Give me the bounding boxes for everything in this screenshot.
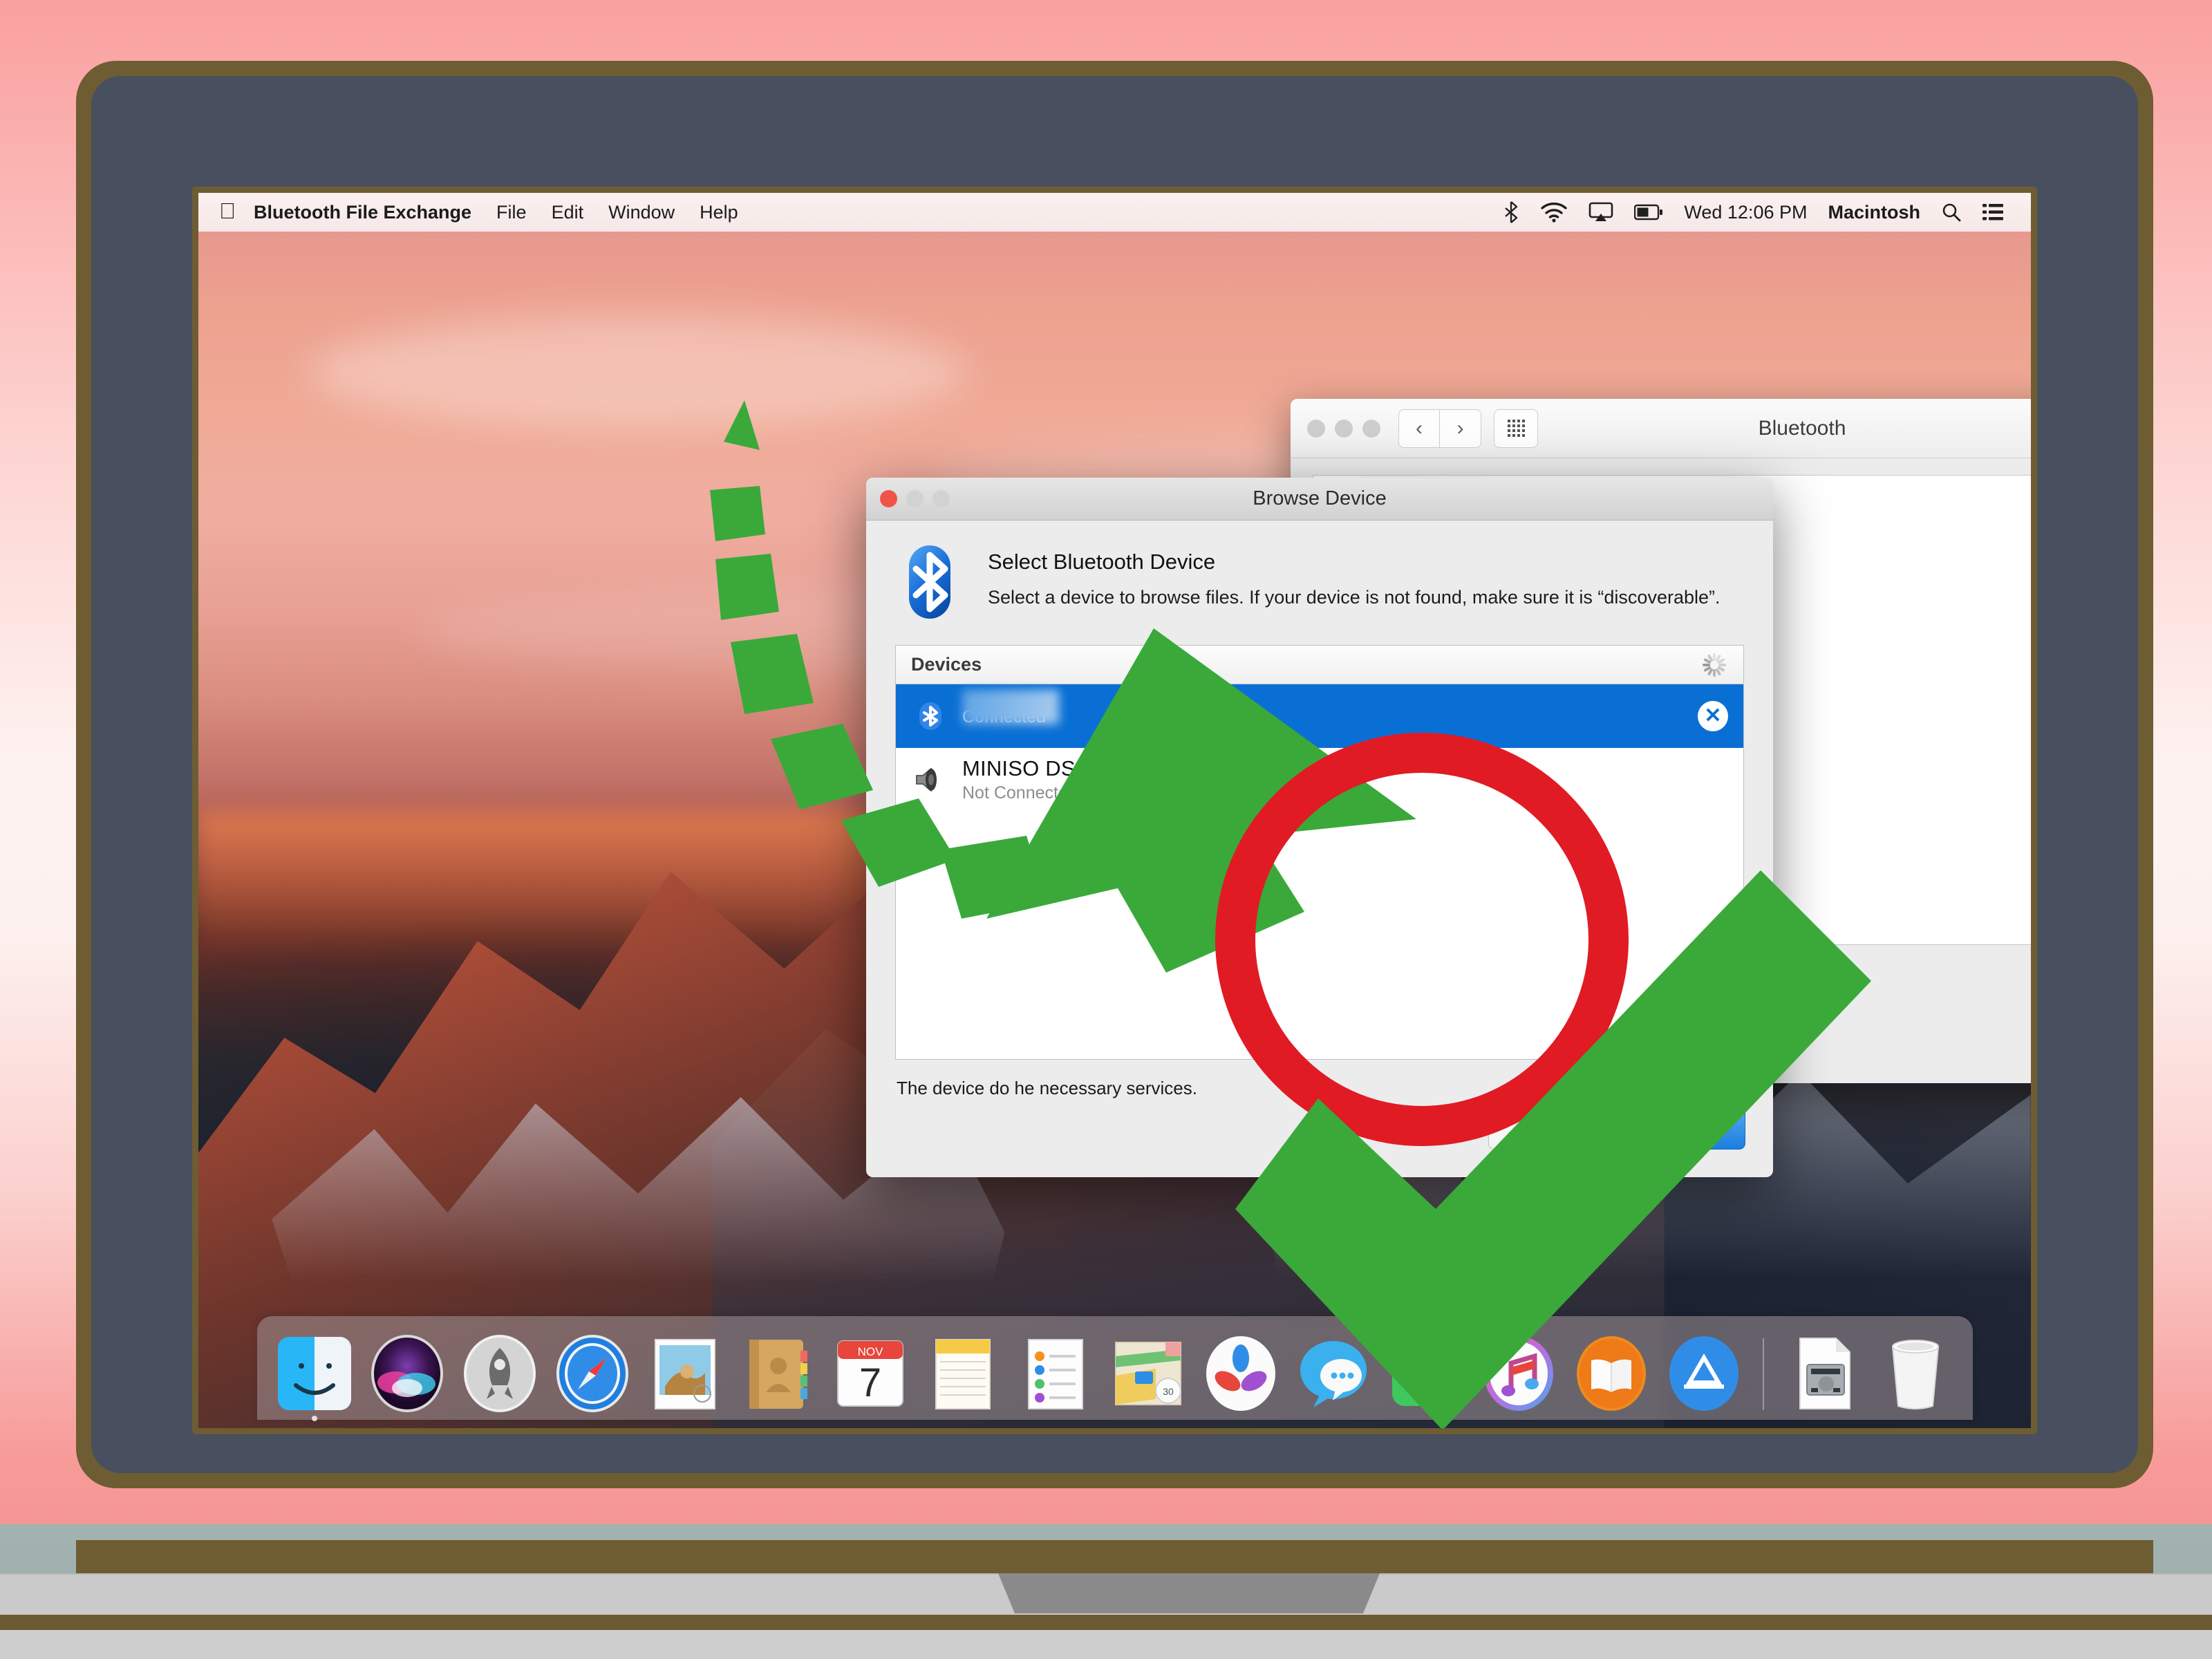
dock-item-notes[interactable] [922,1333,1004,1414]
dock-item-itunes[interactable] [1478,1333,1559,1414]
dock-item-finder[interactable] [274,1333,355,1421]
dock-item-maps[interactable]: 30 [1107,1333,1189,1414]
device-list-panel[interactable]: Devices ✕ MINISO DS-1338 Not Connected [895,645,1744,1060]
laptop-base-mid [0,1615,2212,1630]
list-item[interactable]: MINISO DS-1338 Not Connected [896,748,1743,812]
dialog-button-row: Browse [1488,1107,1745,1150]
bluetooth-prefs-titlebar[interactable]: ‹ › Bluetooth [1291,399,2031,458]
dock-divider [1762,1338,1764,1410]
dialog-subheading: Select a device to browse files. If your… [988,587,1721,608]
dock[interactable]: NOV 7 30 [256,1316,1973,1421]
dock-item-launchpad[interactable] [459,1333,541,1414]
dialog-title: Browse Device [1253,487,1387,509]
menu-item-edit[interactable]: Edit [552,202,584,223]
window-traffic-lights[interactable] [1307,419,1380,438]
forward-button[interactable]: › [1440,409,1481,448]
laptop-mockup:  Bluetooth File Exchange File Edit Wind… [0,61,2212,1659]
bluetooth-icon [895,545,964,619]
devices-column-header: Devices [911,654,982,675]
cancel-button[interactable] [1488,1107,1592,1150]
dock-item-mail[interactable] [644,1333,726,1414]
wifi-icon[interactable] [1540,202,1568,223]
dialog-heading: Select Bluetooth Device [988,550,1216,574]
list-item-text: Connected [962,690,1059,727]
bluetooth-icon[interactable] [1503,200,1519,224]
grid-icon [1507,420,1525,437]
calendar-month: NOV [857,1345,883,1358]
notification-center-icon[interactable] [1983,203,2003,221]
dock-item-calendar[interactable]: NOV 7 [830,1333,911,1414]
browse-device-dialog[interactable]: Browse Device Select Bluetooth Device Se… [866,478,1773,1177]
speaker-icon [911,765,950,795]
device-status: Not Connected [962,783,1078,803]
battery-icon[interactable] [1634,204,1663,221]
laptop-base-top [76,1540,2153,1573]
dock-item-photos[interactable] [1200,1333,1282,1414]
dock-item-trash[interactable] [1875,1333,1956,1414]
menu-item-file[interactable]: File [496,202,527,223]
apple-menu-icon[interactable]:  [219,200,236,222]
device-list-header: Devices [896,646,1743,684]
menu-bar-status-area: Wed 12:06 PM Macintosh [1503,200,2016,224]
running-indicator [311,1416,317,1421]
progress-spinner-icon [1700,651,1728,679]
close-button[interactable] [1307,419,1325,438]
laptop-base-notch [998,1573,1380,1613]
svg-text:30: 30 [1163,1386,1174,1397]
back-button[interactable]: ‹ [1398,409,1440,448]
dock-item-reminders[interactable] [1015,1333,1096,1414]
dock-item-siri[interactable] [366,1333,448,1414]
redacted-device-name [962,690,1059,724]
dialog-header-text: Select Bluetooth Device Select a device … [988,545,1721,619]
menu-clock[interactable]: Wed 12:06 PM [1684,202,1807,223]
dock-item-downloads[interactable] [1782,1333,1864,1414]
list-item[interactable]: Connected ✕ [896,684,1743,748]
dialog-note: The device do he necessary services. [897,1078,1197,1098]
menu-item-help[interactable]: Help [700,202,738,223]
dock-item-safari[interactable] [552,1333,633,1414]
dock-item-ibooks[interactable] [1571,1333,1652,1414]
spotlight-search-icon[interactable] [1941,202,1962,223]
dialog-titlebar[interactable]: Browse Device [866,478,1773,521]
calendar-day: 7 [859,1360,881,1405]
dock-item-app-store[interactable] [1663,1333,1745,1414]
prefs-nav-buttons[interactable]: ‹ › [1398,409,1481,448]
minimize-button[interactable] [1335,419,1353,438]
menu-item-window[interactable]: Window [608,202,675,223]
dialog-header: Select Bluetooth Device Select a device … [866,521,1773,619]
dock-item-facetime[interactable] [1385,1333,1467,1414]
laptop-screen:  Bluetooth File Exchange File Edit Wind… [198,193,2031,1428]
device-name: MINISO DS-1338 [962,756,1131,780]
menu-app-name[interactable]: Bluetooth File Exchange [254,202,471,223]
browse-button[interactable]: Browse [1610,1107,1745,1150]
dock-item-contacts[interactable] [737,1333,818,1414]
dock-item-messages[interactable] [1293,1333,1374,1414]
zoom-button[interactable] [1362,419,1380,438]
airplay-icon[interactable] [1588,202,1613,223]
show-all-prefs-button[interactable] [1494,409,1538,448]
disconnect-icon[interactable]: ✕ [1698,701,1728,731]
menu-bar[interactable]:  Bluetooth File Exchange File Edit Wind… [198,193,2031,232]
list-item-text: MINISO DS-1338 Not Connected [962,756,1131,803]
laptop-base-bottom [0,1630,2212,1659]
bluetooth-icon [911,701,950,731]
menu-user-name[interactable]: Macintosh [1828,202,1920,223]
